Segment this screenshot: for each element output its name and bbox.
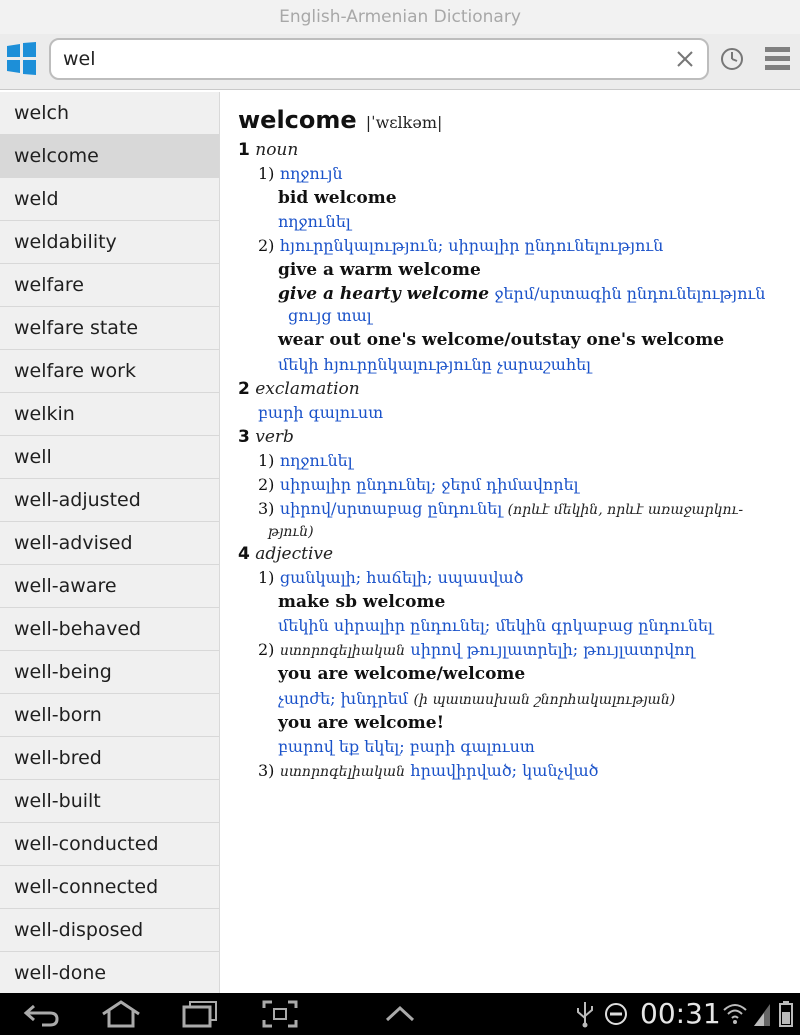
pronunciation: |ˈwɛlkəm| (365, 113, 443, 132)
translation-link[interactable]: ողջունել (280, 451, 353, 470)
phrase-translation: բարով եք եկել; բարի գալուստ (278, 736, 535, 758)
pos-heading: 3 verb (238, 427, 294, 447)
word-list-item[interactable]: weldability (0, 221, 219, 264)
system-nav-bar: 00:31 (0, 993, 800, 1035)
word-list-item[interactable]: welch (0, 92, 219, 135)
sense: 2) հյուրընկալություն; սիրալիր ընդունելու… (258, 236, 664, 255)
phrase-translation: մեկի հյուրընկալությունը չարաշահել (278, 354, 591, 376)
word-list-item[interactable]: well-bred (0, 737, 219, 780)
app-title: English-Armenian Dictionary (0, 0, 800, 34)
translation-link[interactable]: հրավիրված; կանչված (410, 761, 598, 780)
chevron-up-icon[interactable] (384, 1000, 416, 1028)
search-input[interactable] (63, 40, 663, 78)
word-list-item[interactable]: well-advised (0, 522, 219, 565)
translation-link[interactable]: ողջունել (278, 212, 351, 231)
phrase: make sb welcome (278, 592, 446, 612)
recent-apps-icon[interactable] (180, 1000, 220, 1028)
sense: 3) ստորոգելիական հրավիրված; կանչված (258, 761, 599, 780)
word-list-item[interactable]: well-connected (0, 866, 219, 909)
word-list-item[interactable]: welfare (0, 264, 219, 307)
action-bar (0, 34, 800, 90)
headword: welcome (238, 106, 357, 134)
translation-link[interactable]: հյուրընկալություն; սիրալիր ընդունելությո… (280, 236, 664, 255)
phrase-translation: ցույց տալ (288, 305, 372, 327)
word-list-item[interactable]: welcome (0, 135, 219, 178)
pos-heading: 2 exclamation (238, 379, 360, 399)
signal-icon (754, 1004, 770, 1026)
home-icon[interactable] (100, 1000, 142, 1028)
entry-header: welcome |ˈwɛlkəm| (238, 106, 442, 134)
translation-link[interactable]: սիրալիր ընդունել; ջերմ դիմավորել (280, 475, 579, 494)
translation-link[interactable]: մեկին սիրալիր ընդունել; մեկին գրկաբաց ըն… (278, 616, 713, 635)
phrase: you are welcome/welcome (278, 664, 526, 684)
translation-link[interactable]: ողջույն (280, 164, 343, 183)
history-icon[interactable] (720, 47, 744, 71)
word-list-item[interactable]: well-conducted (0, 823, 219, 866)
word-list-item[interactable]: well-disposed (0, 909, 219, 952)
back-icon[interactable] (22, 1000, 62, 1028)
word-list-item[interactable]: welfare work (0, 350, 219, 393)
entry-panel: welcome |ˈwɛlkəm| 1 noun 1) ողջույն bid … (238, 92, 788, 992)
wifi-icon (723, 1004, 747, 1024)
word-list-item[interactable]: well-behaved (0, 608, 219, 651)
app-logo-icon[interactable] (5, 42, 38, 75)
menu-icon[interactable] (765, 45, 790, 73)
word-list-item[interactable]: well-aware (0, 565, 219, 608)
clear-icon[interactable] (675, 49, 695, 69)
sense: 3) սիրով/սրտաբաց ընդունել (որևէ մեկին, ո… (258, 499, 744, 518)
word-list-item[interactable]: welfare state (0, 307, 219, 350)
pos-heading: 4 adjective (238, 544, 334, 564)
sense: 2) սիրալիր ընդունել; ջերմ դիմավորել (258, 475, 579, 494)
sense: 1) ողջույն (258, 164, 343, 183)
translation-link[interactable]: բարի գալուստ (258, 403, 383, 422)
sense: 1) ողջունել (258, 451, 353, 470)
word-list-item[interactable]: well-being (0, 651, 219, 694)
search-box[interactable] (49, 38, 709, 80)
phrase: bid welcome (278, 188, 397, 208)
status-clock: 00:31 (640, 997, 721, 1030)
translation-link[interactable]: մեկի հյուրընկալությունը չարաշահել (278, 355, 591, 374)
phrase-translation: ողջունել (278, 211, 351, 233)
screenshot-icon[interactable] (262, 1000, 298, 1028)
sense: 1) ցանկալի; հաճելի; սպասված (258, 568, 524, 587)
pos-heading: 1 noun (238, 140, 299, 160)
word-list-item[interactable]: well-born (0, 694, 219, 737)
translation-link[interactable]: ջերմ/սրտագին ընդունելություն (495, 284, 766, 303)
sense-note: թյուն) (268, 524, 314, 540)
word-list: welch welcome weld weldability welfare welfar… (0, 92, 220, 993)
do-not-disturb-icon (605, 1003, 627, 1025)
phrase-translation: չարժե; խնդրեմ (ի պատասխան շնորհակալությա… (278, 689, 676, 708)
word-list-item[interactable]: well-done (0, 952, 219, 993)
word-list-item[interactable]: well (0, 436, 219, 479)
sense: բարի գալուստ (258, 402, 383, 424)
battery-icon (779, 1001, 793, 1027)
translation-link[interactable]: բարով եք եկել; բարի գալուստ (278, 737, 535, 756)
phrase: give a warm welcome (278, 260, 481, 280)
word-list-item[interactable]: weld (0, 178, 219, 221)
translation-link[interactable]: ցույց տալ (288, 306, 372, 325)
word-list-item[interactable]: well-built (0, 780, 219, 823)
usb-icon (577, 1002, 593, 1028)
word-list-item[interactable]: well-adjusted (0, 479, 219, 522)
phrase: wear out one's welcome/outstay one's wel… (278, 330, 725, 350)
translation-link[interactable]: ցանկալի; հաճելի; սպասված (280, 568, 524, 587)
word-list-item[interactable]: welkin (0, 393, 219, 436)
phrase: give a hearty welcome ջերմ/սրտագին ընդու… (278, 284, 766, 304)
translation-link[interactable]: սիրով թույլատրելի; թույլատրվող (410, 640, 694, 659)
phrase: you are welcome! (278, 713, 445, 733)
translation-link[interactable]: սիրով/սրտաբաց ընդունել (280, 499, 502, 518)
sense: 2) ստորոգելիական սիրով թույլատրելի; թույ… (258, 640, 695, 659)
translation-link[interactable]: չարժե; խնդրեմ (278, 689, 408, 708)
phrase-translation: մեկին սիրալիր ընդունել; մեկին գրկաբաց ըն… (278, 615, 713, 637)
